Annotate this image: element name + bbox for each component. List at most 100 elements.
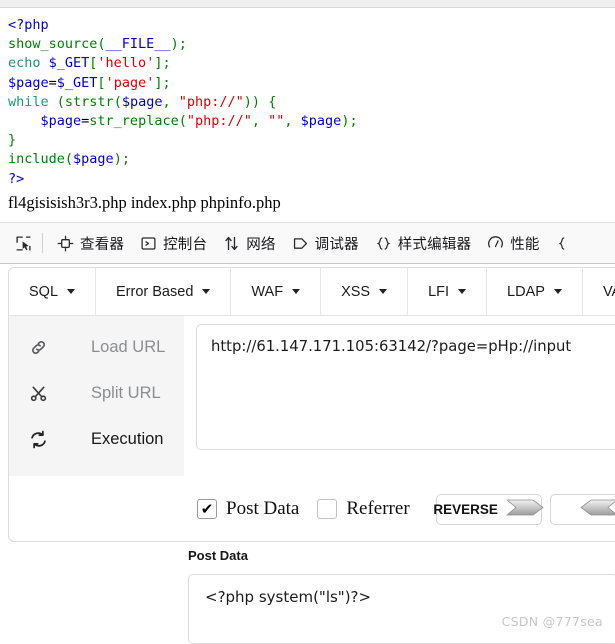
chevron-down-icon [379, 289, 388, 294]
code-token: $page [73, 151, 114, 168]
php-source-code: <?php show_source(__FILE__); echo $_GET[… [0, 8, 615, 189]
post-data-checkbox[interactable]: ✔ [197, 499, 217, 519]
chevron-down-icon [553, 289, 562, 294]
hackbar-tab-waf[interactable]: WAF [231, 268, 322, 315]
code-token: <?php [8, 17, 49, 33]
hackbar-tab-xss-label: XSS [341, 283, 371, 300]
chevron-down-icon [67, 289, 76, 294]
code-token: { [268, 93, 277, 110]
tab-debugger[interactable]: 调试器 [284, 228, 367, 258]
code-token: ; [162, 74, 171, 91]
code-token: ( [113, 93, 122, 110]
hackbar-tab-error-based[interactable]: Error Based [96, 268, 232, 315]
post-data-section: Post Data <?php system("ls")?> CSDN @777… [188, 548, 615, 644]
code-token: ( [64, 151, 74, 168]
tab-performance-label: 性能 [510, 236, 540, 253]
code-token: echo [8, 55, 49, 72]
reverse-button-label: REVERSE [433, 501, 498, 517]
code-token: while [8, 93, 57, 110]
code-token: = [48, 74, 57, 91]
tab-inspector[interactable]: 查看器 [49, 228, 132, 258]
hackbar-tab-lfi-label: LFI [428, 283, 450, 300]
referrer-checkbox[interactable] [317, 499, 338, 519]
debugger-tag-icon [292, 235, 309, 252]
code-token: , [284, 113, 301, 130]
directory-file-listing: fl4gisisish3r3.php index.php phpinfo.php [8, 192, 281, 212]
code-token: $page [40, 113, 82, 130]
chevron-down-icon [202, 289, 211, 294]
hackbar-tab-sql-label: SQL [29, 283, 59, 300]
php-source-output: <?php show_source(__FILE__); echo $_GET[… [0, 8, 615, 213]
network-arrows-icon [223, 235, 240, 252]
code-token: ; [162, 55, 171, 72]
code-token: str_replace [89, 113, 179, 130]
tab-performance[interactable]: 性能 [479, 228, 547, 258]
code-token: $page [300, 113, 342, 130]
code-token: ; [121, 151, 130, 168]
load-url-action[interactable]: Load URL [9, 324, 184, 370]
code-token: ) [113, 151, 122, 168]
memory-icon [556, 235, 573, 252]
split-url-label: Split URL [91, 383, 161, 402]
url-input[interactable] [196, 324, 615, 450]
tab-network-label: 网络 [246, 236, 276, 253]
code-token: "" [268, 113, 285, 130]
toolbar-divider [42, 233, 43, 253]
post-data-section-label: Post Data [188, 548, 248, 563]
hackbar-tab-error-based-label: Error Based [116, 283, 194, 300]
chevron-down-icon [458, 289, 467, 294]
split-url-action[interactable]: Split URL [9, 370, 184, 416]
code-token: [ [97, 74, 106, 91]
scissors-icon [25, 384, 51, 403]
hackbar-tab-xss[interactable]: XSS [321, 268, 409, 315]
code-token: show_source [8, 36, 98, 53]
code-token: 'hello' [97, 55, 155, 72]
execution-label: Execution [91, 429, 164, 448]
hackbar-tab-ldap-label: LDAP [507, 283, 545, 300]
url-field-wrap [184, 316, 615, 476]
reverse-button[interactable]: REVERSE [433, 493, 544, 525]
tab-inspector-label: 查看器 [80, 236, 125, 253]
code-token: } [8, 132, 17, 149]
code-token: ( [178, 113, 187, 130]
code-token: , [162, 93, 179, 110]
chevron-down-icon [292, 289, 301, 294]
code-token: ) [170, 36, 179, 53]
hackbar-tab-var[interactable]: VAR [582, 268, 615, 315]
tab-debugger-label: 调试器 [314, 236, 359, 253]
code-token: "php://" [178, 93, 244, 110]
code-token: $page [121, 93, 163, 110]
code-token: __FILE__ [105, 36, 171, 53]
tab-console[interactable]: 控制台 [132, 228, 215, 258]
hackbar-tab-lfi[interactable]: LFI [408, 268, 488, 315]
tab-style-editor[interactable]: 样式编辑器 [367, 228, 480, 258]
inspector-target-icon [57, 235, 74, 252]
code-token: $_GET [48, 55, 90, 72]
hackbar-tab-row: SQL Error Based WAF XSS LFI LDAP VAR [9, 268, 615, 316]
hackbar-panel: SQL Error Based WAF XSS LFI LDAP VAR [8, 267, 615, 542]
code-token: ?> [8, 170, 25, 187]
hackbar-tab-sql[interactable]: SQL [9, 268, 97, 315]
execution-action[interactable]: Execution [9, 416, 184, 462]
checkmark-icon: ✔ [200, 499, 214, 518]
performance-gauge-icon [487, 235, 504, 252]
code-token: ( [97, 36, 106, 53]
element-picker-icon[interactable] [6, 228, 40, 258]
code-token: strstr [64, 93, 114, 110]
tab-network[interactable]: 网络 [215, 228, 283, 258]
tab-memory[interactable] [548, 228, 587, 258]
hackbar-tab-ldap[interactable]: LDAP [487, 268, 583, 315]
code-token: 'page' [105, 74, 155, 91]
refresh-sync-icon [25, 430, 51, 449]
devtools-toolbar[interactable]: 查看器 控制台 网络 调试器 样式编辑器 性能 [0, 222, 615, 264]
post-data-value: <?php system("ls")?> [205, 588, 372, 606]
code-token: ; [349, 113, 358, 130]
hackbar-action-sidebar: Load URL Split URL Execution [9, 316, 184, 476]
tab-console-label: 控制台 [163, 236, 208, 253]
secondary-reverse-button[interactable] [549, 493, 615, 525]
chain-link-icon [25, 338, 51, 357]
post-data-textarea[interactable]: <?php system("ls")?> CSDN @777sea [188, 574, 615, 644]
hackbar-tab-var-label: VAR [602, 283, 615, 300]
